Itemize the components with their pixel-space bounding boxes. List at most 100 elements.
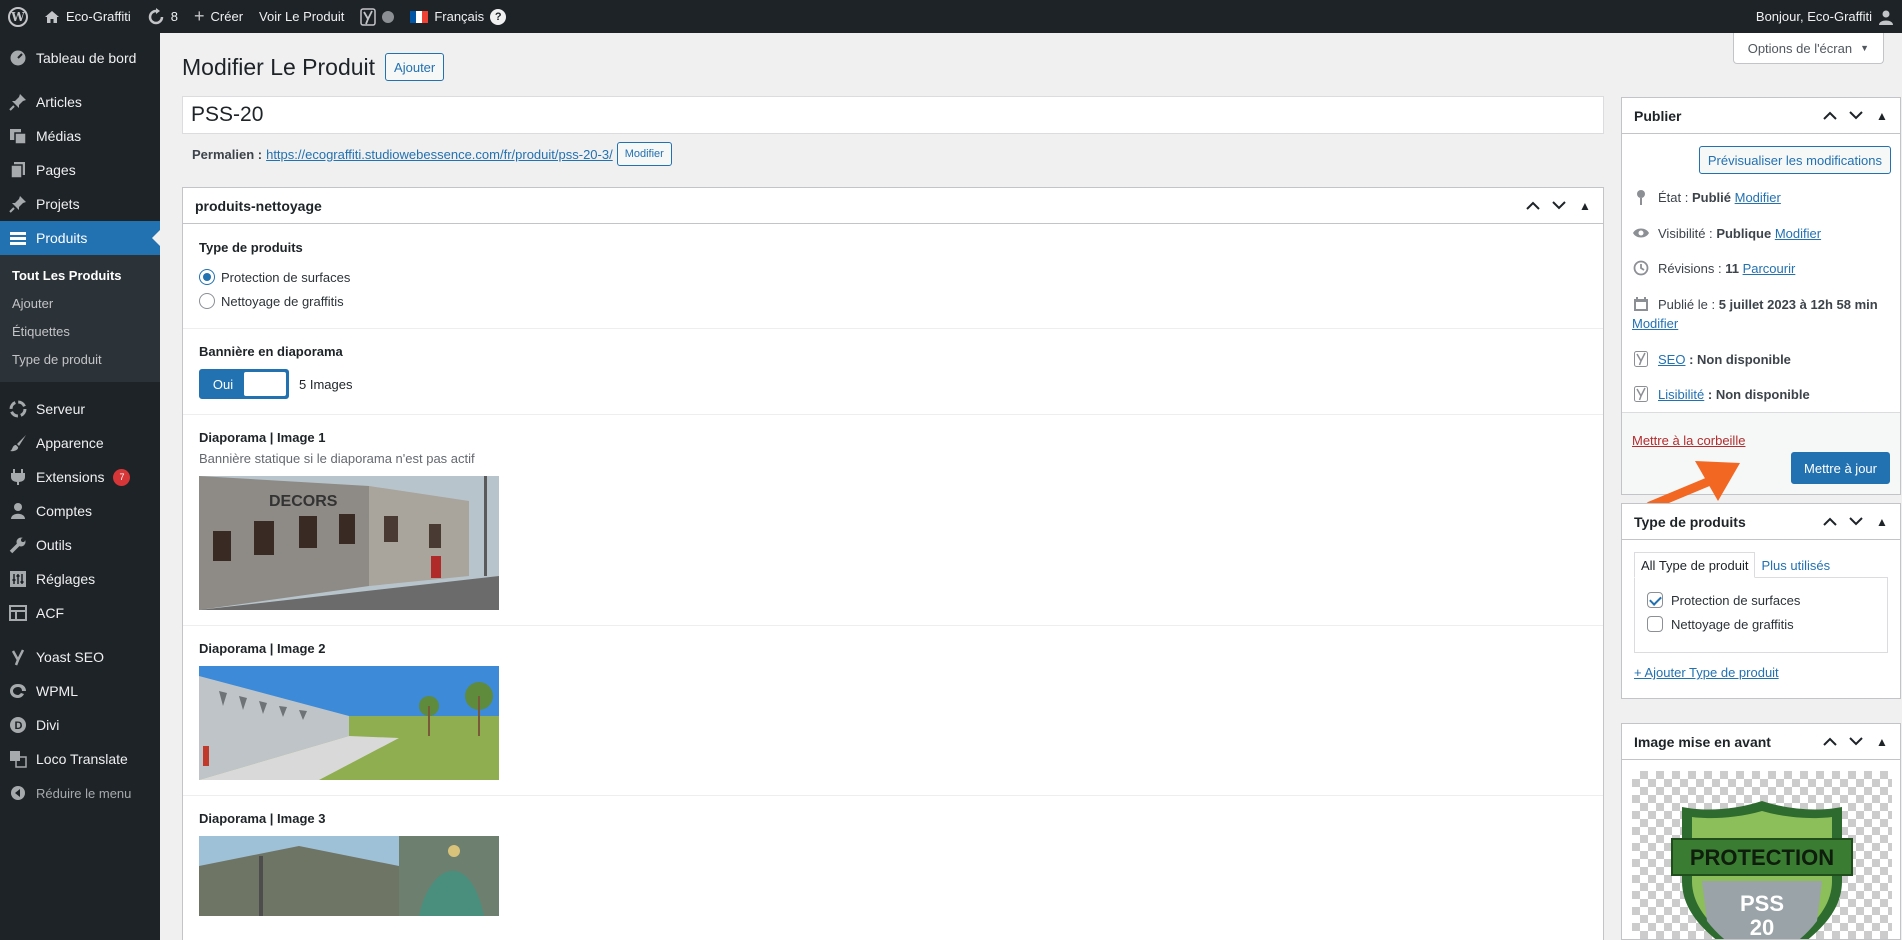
yoast-menu[interactable]	[352, 0, 402, 33]
submenu-all-products[interactable]: Tout Les Produits	[0, 262, 160, 290]
site-name-link[interactable]: Eco-Graffiti	[36, 0, 139, 33]
slideshow-image-2[interactable]	[199, 666, 499, 780]
readability-link[interactable]: Lisibilité	[1658, 387, 1704, 402]
preview-changes-button[interactable]: Prévisualiser les modifications	[1698, 146, 1891, 174]
submenu-tags[interactable]: Étiquettes	[0, 318, 160, 346]
chevron-up-icon[interactable]	[1521, 188, 1545, 224]
radio-button[interactable]	[199, 269, 215, 285]
plugin-icon	[9, 468, 27, 486]
move-to-trash-link[interactable]: Mettre à la corbeille	[1632, 433, 1890, 448]
view-product-link[interactable]: Voir Le Produit	[251, 0, 352, 33]
menu-reglages[interactable]: Réglages	[0, 562, 160, 596]
chevron-down-icon[interactable]	[1844, 504, 1868, 540]
post-title-input[interactable]: PSS-20	[182, 96, 1604, 134]
collapse-menu-button[interactable]: Réduire le menu	[0, 776, 160, 810]
field-image-1: Diaporama | Image 1 Bannière statique si…	[183, 415, 1603, 626]
toggle-panel-icon[interactable]: ▲	[1870, 98, 1894, 134]
menu-acf[interactable]: ACF	[0, 596, 160, 630]
edit-visibility-link[interactable]: Modifier	[1775, 226, 1821, 241]
toggle-panel-icon[interactable]: ▲	[1573, 188, 1597, 224]
svg-text:DECORS: DECORS	[269, 493, 338, 510]
seo-link[interactable]: SEO	[1658, 352, 1685, 367]
checkbox-nettoyage[interactable]: Nettoyage de graffitis	[1647, 612, 1875, 636]
submenu-add[interactable]: Ajouter	[0, 290, 160, 318]
checkbox-protection[interactable]: Protection de surfaces	[1647, 588, 1875, 612]
toggle-knob	[244, 372, 286, 396]
screen-options-label: Options de l'écran	[1747, 40, 1853, 56]
checkbox[interactable]	[1647, 616, 1663, 632]
chevron-up-icon[interactable]	[1818, 724, 1842, 760]
menu-outils[interactable]: Outils	[0, 528, 160, 562]
update-button[interactable]: Mettre à jour	[1791, 452, 1890, 484]
slideshow-toggle[interactable]: Oui	[199, 369, 289, 399]
help-icon[interactable]: ?	[490, 8, 507, 25]
menu-apparence[interactable]: Apparence	[0, 426, 160, 460]
permalink-row: Permalien : https://ecograffiti.studiowe…	[192, 142, 672, 166]
divi-icon: D	[9, 716, 27, 734]
chevron-down-icon[interactable]	[1844, 724, 1868, 760]
settings-icon	[9, 570, 27, 588]
update-count-badge: 7	[113, 468, 131, 486]
radio-nettoyage[interactable]: Nettoyage de graffitis	[199, 289, 1587, 313]
view-product-label: Voir Le Produit	[259, 9, 345, 24]
media-icon	[9, 127, 27, 145]
slideshow-image-3[interactable]	[199, 836, 499, 916]
collapse-icon	[9, 784, 27, 802]
toggle-panel-icon[interactable]: ▲	[1870, 504, 1894, 540]
language-label: Français	[434, 9, 485, 24]
wp-logo-menu[interactable]: W	[0, 0, 36, 33]
toggle-panel-icon[interactable]: ▲	[1870, 724, 1894, 760]
menu-articles[interactable]: Articles	[0, 85, 160, 119]
create-menu[interactable]: + Créer	[186, 0, 251, 33]
my-account-menu[interactable]: Bonjour, Eco-Graffiti	[1748, 0, 1902, 33]
menu-produits[interactable]: Produits	[0, 221, 160, 255]
permalink-url[interactable]: https://ecograffiti.studiowebessence.com…	[266, 147, 613, 162]
chevron-down-icon[interactable]	[1547, 188, 1571, 224]
menu-wpml[interactable]: WPML	[0, 674, 160, 708]
screen-options-button[interactable]: Options de l'écran ▼	[1732, 33, 1884, 64]
menu-dashboard[interactable]: Tableau de bord	[0, 41, 160, 75]
yoast-icon	[360, 7, 377, 26]
field-label: Bannière en diaporama	[199, 344, 343, 359]
add-product-type-link[interactable]: + Ajouter Type de produit	[1634, 665, 1888, 680]
edit-status-link[interactable]: Modifier	[1735, 190, 1781, 205]
triangle-down-icon: ▼	[1860, 43, 1869, 53]
tab-most-used[interactable]: Plus utilisés	[1755, 552, 1836, 578]
menu-medias[interactable]: Médias	[0, 119, 160, 153]
menu-loco[interactable]: Loco Translate	[0, 742, 160, 776]
tab-all-product-types[interactable]: All Type de produit	[1634, 552, 1756, 578]
menu-pages[interactable]: Pages	[0, 153, 160, 187]
submenu-product-type[interactable]: Type de produit	[0, 346, 160, 374]
menu-divi[interactable]: D Divi	[0, 708, 160, 742]
language-switcher[interactable]: Français ?	[402, 0, 514, 33]
chevron-up-icon[interactable]	[1818, 98, 1842, 134]
edit-date-link[interactable]: Modifier	[1632, 316, 1678, 331]
chevron-up-icon[interactable]	[1818, 504, 1842, 540]
featured-image[interactable]: PROTECTION PSS 20	[1632, 771, 1892, 939]
permalink-label: Permalien :	[192, 146, 263, 162]
radio-label: Nettoyage de graffitis	[221, 293, 344, 309]
radio-button[interactable]	[199, 293, 215, 309]
menu-comptes[interactable]: Comptes	[0, 494, 160, 528]
acf-icon	[9, 604, 27, 622]
add-new-button[interactable]: Ajouter	[385, 53, 445, 81]
acf-metabox-header: produits-nettoyage ▲	[183, 188, 1603, 224]
checkbox[interactable]	[1647, 592, 1663, 608]
updates-link[interactable]: 8	[139, 0, 186, 33]
readability-row: Lisibilité : Non disponible	[1622, 377, 1900, 413]
menu-serveur[interactable]: Serveur	[0, 392, 160, 426]
chevron-down-icon[interactable]	[1844, 98, 1868, 134]
menu-projets[interactable]: Projets	[0, 187, 160, 221]
browse-revisions-link[interactable]: Parcourir	[1743, 261, 1796, 276]
menu-extensions[interactable]: Extensions 7	[0, 460, 160, 494]
radio-protection[interactable]: Protection de surfaces	[199, 265, 1587, 289]
seo-score-dot	[382, 10, 395, 23]
featured-image-header: Image mise en avant ▲	[1622, 724, 1900, 760]
slideshow-image-1[interactable]: DECORS	[199, 476, 499, 610]
permalink-edit-button[interactable]: Modifier	[616, 142, 672, 166]
product-type-checklist: Protection de surfaces Nettoyage de graf…	[1634, 577, 1888, 653]
checkbox-label: Protection de surfaces	[1671, 592, 1801, 608]
menu-yoast[interactable]: Yoast SEO	[0, 640, 160, 674]
main-content: Options de l'écran ▼ Modifier Le Produit…	[160, 33, 1902, 940]
field-product-type: Type de produits Protection de surfaces …	[183, 224, 1603, 329]
